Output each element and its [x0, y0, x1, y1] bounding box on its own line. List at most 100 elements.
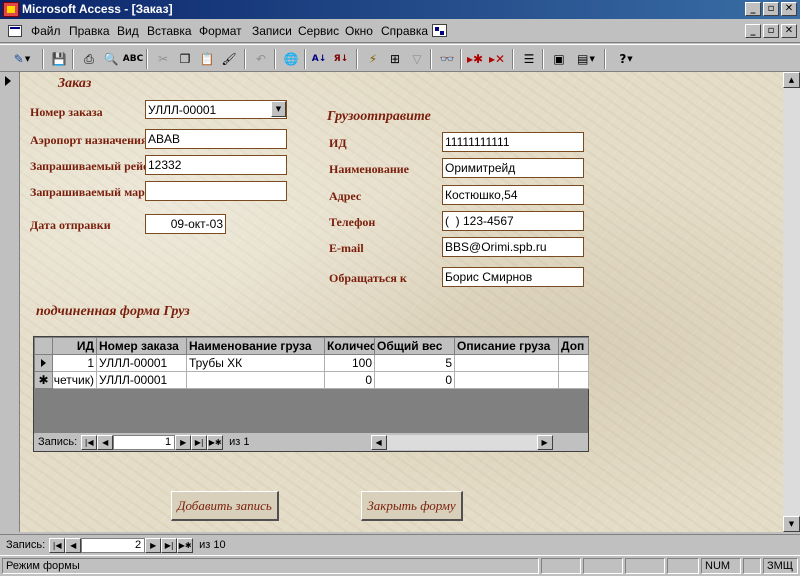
- cell-quantity[interactable]: 0: [324, 371, 375, 389]
- doc-restore-icon[interactable]: ▫: [763, 24, 779, 38]
- cell-cargo-name[interactable]: Трубы ХК: [186, 354, 325, 372]
- shipper-contact-field[interactable]: Борис Смирнов: [442, 267, 584, 287]
- cell-order-number[interactable]: УЛЛЛ-00001: [96, 354, 187, 372]
- sort-descending-icon[interactable]: Я↓: [330, 49, 352, 69]
- ship-date-field[interactable]: 09-окт-03: [145, 214, 226, 234]
- main-last-record-icon[interactable]: ▶|: [161, 537, 178, 553]
- cell-quantity[interactable]: 100: [324, 354, 375, 372]
- scroll-left-icon[interactable]: ◀: [370, 434, 387, 450]
- form-document-icon[interactable]: [8, 25, 22, 37]
- access-app-icon[interactable]: [3, 2, 19, 17]
- cell-extra[interactable]: [558, 371, 589, 389]
- filter-by-form-icon[interactable]: ⊞: [384, 49, 406, 69]
- print-preview-icon[interactable]: 🔍: [100, 49, 122, 69]
- paste-icon[interactable]: 📋: [196, 49, 218, 69]
- close-icon[interactable]: ✕: [781, 2, 797, 16]
- view-icon[interactable]: ✎ ▼: [6, 49, 38, 69]
- new-record-nav-icon[interactable]: ▶✱: [207, 434, 224, 450]
- menu-tools[interactable]: Сервис: [298, 24, 339, 38]
- next-record-icon[interactable]: ▶: [175, 434, 192, 450]
- menu-file[interactable]: Файл: [31, 24, 61, 38]
- scroll-up-icon[interactable]: ▲: [783, 72, 800, 88]
- column-header-quantity[interactable]: Количество: [324, 337, 375, 355]
- cell-id[interactable]: (Счетчик): [52, 371, 97, 389]
- layout-icon[interactable]: [432, 24, 447, 37]
- shipper-address-field[interactable]: Костюшко,54: [442, 185, 584, 205]
- doc-close-icon[interactable]: ✕: [781, 24, 797, 38]
- cell-total-weight[interactable]: 0: [374, 371, 455, 389]
- minimize-icon[interactable]: _: [745, 2, 761, 16]
- save-icon[interactable]: 💾: [48, 49, 70, 69]
- cell-extra[interactable]: [558, 354, 589, 372]
- row-selector[interactable]: [34, 354, 53, 372]
- cell-cargo-description[interactable]: [454, 371, 559, 389]
- row-selector[interactable]: ✱: [34, 371, 53, 389]
- menu-edit[interactable]: Правка: [69, 24, 110, 38]
- menu-insert[interactable]: Вставка: [147, 24, 192, 38]
- main-first-record-icon[interactable]: |◀: [49, 537, 66, 553]
- main-previous-record-icon[interactable]: ◀: [65, 537, 82, 553]
- help-icon[interactable]: ? ▼: [610, 49, 642, 69]
- requested-route-field[interactable]: [145, 181, 287, 201]
- order-number-combo[interactable]: УЛЛЛ-00001 ▼: [145, 100, 287, 119]
- table-row[interactable]: 1 УЛЛЛ-00001 Трубы ХК 100 5: [34, 354, 589, 372]
- column-header-cargo-name[interactable]: Наименование груза: [186, 337, 325, 355]
- menu-format[interactable]: Формат: [199, 24, 242, 38]
- copy-icon[interactable]: ❐: [174, 49, 196, 69]
- column-header-extra[interactable]: Доп: [558, 337, 589, 355]
- requested-flight-field[interactable]: 12332: [145, 155, 287, 175]
- insert-hyperlink-icon[interactable]: 🌐: [280, 49, 302, 69]
- filter-by-selection-icon[interactable]: ⚡: [362, 49, 384, 69]
- cell-order-number[interactable]: УЛЛЛ-00001: [96, 371, 187, 389]
- shipper-email-field[interactable]: BBS@Orimi.spb.ru: [442, 237, 584, 257]
- main-record-number[interactable]: 2: [81, 537, 146, 553]
- subform-record-number[interactable]: 1: [113, 434, 176, 450]
- cut-icon[interactable]: ✂: [152, 49, 174, 69]
- subform-horizontal-scrollbar[interactable]: [386, 434, 537, 450]
- form-vertical-scrollbar[interactable]: ▲ ▼: [783, 72, 800, 532]
- column-header-order-number[interactable]: Номер заказа: [96, 337, 187, 355]
- doc-minimize-icon[interactable]: _: [745, 24, 761, 38]
- add-record-button[interactable]: Добавить запись: [171, 491, 279, 521]
- main-new-record-icon[interactable]: ▶✱: [177, 537, 194, 553]
- delete-record-icon[interactable]: ▸✕: [486, 49, 508, 69]
- close-form-button[interactable]: Закрыть форму: [361, 491, 463, 521]
- undo-icon[interactable]: ↶: [250, 49, 272, 69]
- shipper-id-field[interactable]: 11111111111: [442, 132, 584, 152]
- column-header-cargo-description[interactable]: Описание груза: [454, 337, 559, 355]
- menu-records[interactable]: Записи: [252, 24, 292, 38]
- select-all-cell[interactable]: [34, 337, 53, 355]
- format-painter-icon[interactable]: 🖌: [218, 49, 240, 69]
- main-next-record-icon[interactable]: ▶: [145, 537, 162, 553]
- menu-window[interactable]: Окно: [345, 24, 373, 38]
- spelling-icon[interactable]: ABC: [122, 49, 144, 69]
- shipper-name-field[interactable]: Оримитрейд: [442, 158, 584, 178]
- new-object-icon[interactable]: ▤ ▼: [570, 49, 602, 69]
- cell-cargo-description[interactable]: [454, 354, 559, 372]
- apply-filter-icon[interactable]: ▽: [406, 49, 428, 69]
- previous-record-icon[interactable]: ◀: [97, 434, 114, 450]
- maximize-icon[interactable]: ▫: [763, 2, 779, 16]
- find-icon[interactable]: 👓: [436, 49, 458, 69]
- new-record-icon[interactable]: ▸✱: [464, 49, 486, 69]
- database-window-icon[interactable]: ▣: [548, 49, 570, 69]
- print-icon[interactable]: ⎙: [78, 49, 100, 69]
- column-header-id[interactable]: ИД: [52, 337, 97, 355]
- column-header-total-weight[interactable]: Общий вес: [374, 337, 455, 355]
- record-selector[interactable]: [0, 72, 20, 532]
- menu-view[interactable]: Вид: [117, 24, 139, 38]
- scroll-right-icon[interactable]: ▶: [536, 434, 553, 450]
- cell-cargo-name[interactable]: [186, 371, 325, 389]
- destination-airport-field[interactable]: ABAB: [145, 129, 287, 149]
- first-record-icon[interactable]: |◀: [81, 434, 98, 450]
- shipper-phone-field[interactable]: ( ) 123-4567: [442, 211, 584, 231]
- last-record-icon[interactable]: ▶|: [191, 434, 208, 450]
- menu-help[interactable]: Справка: [381, 24, 428, 38]
- chevron-down-icon[interactable]: ▼: [271, 101, 286, 117]
- cell-id[interactable]: 1: [52, 354, 97, 372]
- table-row[interactable]: ✱ (Счетчик) УЛЛЛ-00001 0 0: [34, 371, 589, 389]
- scroll-down-icon[interactable]: ▼: [783, 516, 800, 532]
- properties-icon[interactable]: ☰: [518, 49, 540, 69]
- cell-total-weight[interactable]: 5: [374, 354, 455, 372]
- sort-ascending-icon[interactable]: А↓: [308, 49, 330, 69]
